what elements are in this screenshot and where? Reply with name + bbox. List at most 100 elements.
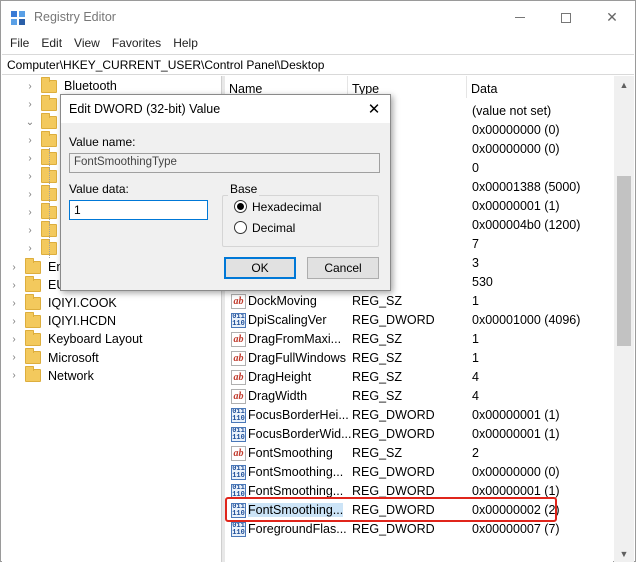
cancel-button[interactable]: Cancel xyxy=(307,257,379,279)
value-row[interactable]: 011 110 FontSmoothing... REG_DWORD 0x000000… xyxy=(225,463,613,482)
value-row[interactable]: ab DragWidth REG_SZ 4 xyxy=(225,387,613,406)
chevron-right-icon[interactable]: › xyxy=(9,280,19,291)
maximize-button[interactable] xyxy=(543,1,589,34)
scroll-down-icon[interactable]: ▼ xyxy=(614,545,634,562)
value-row[interactable]: 011 110 DpiScalingVer REG_DWORD 0x00001000 … xyxy=(225,311,613,330)
dword-value-icon: 011 110 xyxy=(231,427,246,442)
folder-icon xyxy=(25,366,41,383)
menu-edit[interactable]: Edit xyxy=(41,34,62,54)
chevron-right-icon[interactable]: › xyxy=(9,334,19,345)
close-button[interactable]: ✕ xyxy=(589,1,635,34)
hexadecimal-radio[interactable] xyxy=(234,200,247,213)
tree-item[interactable]: ⌄ xyxy=(25,112,64,131)
menu-view[interactable]: View xyxy=(74,34,100,54)
tree-item-label: Microsoft xyxy=(48,350,99,365)
menu-file[interactable]: File xyxy=(10,34,29,54)
value-name-field: FontSmoothingType xyxy=(69,153,380,173)
chevron-right-icon[interactable]: › xyxy=(25,189,35,200)
value-data: 530 xyxy=(472,275,493,289)
chevron-right-icon[interactable]: › xyxy=(9,370,19,381)
decimal-radio[interactable] xyxy=(234,221,247,234)
value-data-field[interactable]: 1 xyxy=(69,200,208,220)
chevron-right-icon[interactable]: › xyxy=(9,262,19,273)
chevron-right-icon[interactable]: › xyxy=(25,99,35,110)
chevron-right-icon[interactable]: › xyxy=(9,352,19,363)
folder-icon xyxy=(41,130,57,147)
value-type: REG_SZ xyxy=(352,389,403,403)
value-data: 0x00000000 (0) xyxy=(472,123,560,137)
value-data: 0x00000001 (1) xyxy=(472,408,560,422)
string-value-icon: ab xyxy=(231,370,246,385)
value-row[interactable]: ab DragHeight REG_SZ 4 xyxy=(225,368,613,387)
window-title: Registry Editor xyxy=(34,10,116,24)
chevron-down-icon[interactable]: ⌄ xyxy=(25,117,35,128)
ok-button[interactable]: OK xyxy=(224,257,296,279)
dword-value-icon: 011 110 xyxy=(231,408,246,423)
hexadecimal-label[interactable]: Hexadecimal xyxy=(252,200,321,214)
base-group-label: Base xyxy=(228,182,260,196)
address-bar[interactable]: Computer\HKEY_CURRENT_USER\Control Panel… xyxy=(2,54,634,75)
string-value-icon: ab xyxy=(231,294,246,309)
menu-favorites[interactable]: Favorites xyxy=(112,34,161,54)
dialog-close-button[interactable]: ✕ xyxy=(361,97,387,121)
registry-editor-window: Registry Editor ✕ File Edit View Favorit… xyxy=(0,0,636,562)
close-icon: ✕ xyxy=(367,101,381,118)
dword-value-icon: 011 110 xyxy=(231,522,246,537)
tree-item-label: Network xyxy=(48,368,94,383)
decimal-label[interactable]: Decimal xyxy=(252,221,295,235)
value-name-label: Value name: xyxy=(69,135,136,149)
tree-item[interactable]: › Microsoft xyxy=(9,348,99,367)
value-name: ForegroundFlas... xyxy=(248,522,347,536)
chevron-right-icon[interactable]: › xyxy=(9,298,19,309)
menu-help[interactable]: Help xyxy=(173,34,198,54)
chevron-right-icon[interactable]: › xyxy=(25,135,35,146)
value-row[interactable]: ab DragFromMaxi... REG_SZ 1 xyxy=(225,330,613,349)
value-row[interactable]: ab DockMoving REG_SZ 1 xyxy=(225,292,613,311)
tree-item[interactable]: › xyxy=(25,94,64,113)
tree-item[interactable]: › IQIYI.COOK xyxy=(9,293,117,312)
folder-icon xyxy=(41,76,57,93)
value-name: FontSmoothing... xyxy=(248,484,344,498)
string-value-icon: ab xyxy=(231,351,246,366)
value-name: FocusBorderHei... xyxy=(248,408,349,422)
value-name: DpiScalingVer xyxy=(248,313,327,327)
scroll-thumb[interactable] xyxy=(617,176,631,346)
value-type: REG_SZ xyxy=(352,294,403,308)
value-type: REG_DWORD xyxy=(352,484,435,498)
folder-icon xyxy=(25,311,41,328)
chevron-right-icon[interactable]: › xyxy=(25,153,35,164)
tree-item[interactable]: › Network xyxy=(9,366,94,385)
tree-item[interactable]: › IQIYI.HCDN xyxy=(9,311,116,330)
value-row[interactable]: ab DragFullWindows REG_SZ 1 xyxy=(225,349,613,368)
value-data: 0x00000001 (1) xyxy=(472,427,560,441)
value-row[interactable]: ab FontSmoothing REG_SZ 2 xyxy=(225,444,613,463)
chevron-right-icon[interactable]: › xyxy=(25,81,35,92)
value-name: FontSmoothing... xyxy=(248,465,344,479)
value-name: FontSmoothing xyxy=(248,446,333,460)
scroll-up-icon[interactable]: ▲ xyxy=(614,76,634,93)
value-row[interactable]: 011 110 FocusBorderHei... REG_DWORD 0x00000… xyxy=(225,406,613,425)
minimize-button[interactable] xyxy=(497,1,543,34)
tree-item[interactable]: › Bluetooth xyxy=(25,76,117,95)
chevron-right-icon[interactable]: › xyxy=(25,207,35,218)
dword-value-icon: 011 110 xyxy=(231,465,246,480)
value-name: DragFromMaxi... xyxy=(248,332,342,346)
value-data: 0x00000001 (1) xyxy=(472,199,560,213)
column-header-data[interactable]: Data xyxy=(467,76,613,98)
chevron-right-icon[interactable]: › xyxy=(25,243,35,254)
chevron-right-icon[interactable]: › xyxy=(25,171,35,182)
value-data: (value not set) xyxy=(472,104,552,118)
value-name: DragWidth xyxy=(248,389,308,403)
vertical-scrollbar[interactable]: ▲ ▼ xyxy=(614,76,634,562)
value-row[interactable]: 011 110 FocusBorderWid... REG_DWORD 0x00000… xyxy=(225,425,613,444)
tree-item[interactable]: › Keyboard Layout xyxy=(9,329,143,348)
value-type: REG_SZ xyxy=(352,370,403,384)
chevron-right-icon[interactable]: › xyxy=(9,316,19,327)
value-data: 1 xyxy=(472,351,479,365)
close-icon: ✕ xyxy=(606,9,618,25)
value-data: 0x00000007 (7) xyxy=(472,522,560,536)
chevron-right-icon[interactable]: › xyxy=(25,225,35,236)
menu-bar: File Edit View Favorites Help xyxy=(1,34,201,54)
value-data: 2 xyxy=(472,446,479,460)
value-row[interactable]: 011 110 ForegroundFlas... REG_DWORD 0x00000… xyxy=(225,520,613,539)
